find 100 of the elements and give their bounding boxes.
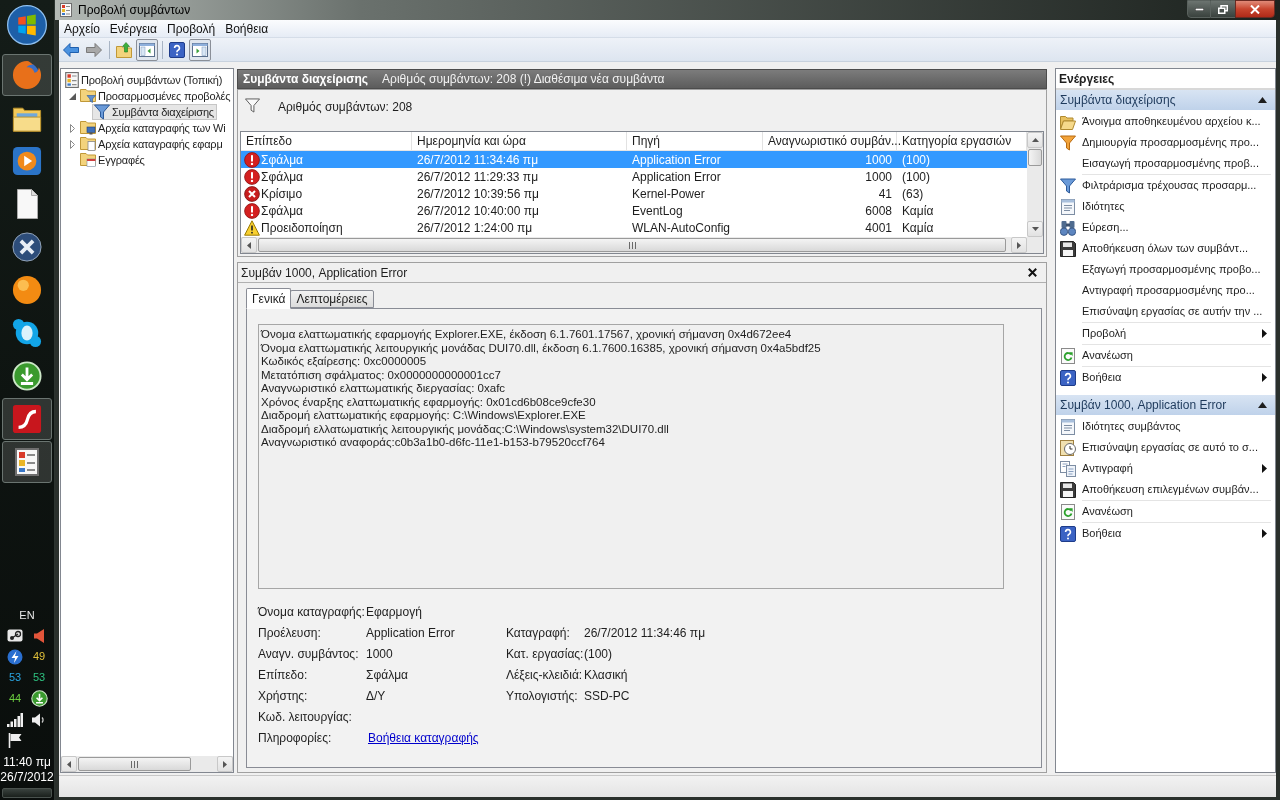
action-item[interactable]: Βοήθεια xyxy=(1056,523,1275,544)
table-cell-text: (100) xyxy=(901,169,931,186)
scroll-right-button[interactable] xyxy=(217,756,233,772)
close-pane-button[interactable] xyxy=(1028,268,1037,277)
tree-item[interactable]: Αρχεία καταγραφής εφαρμ xyxy=(78,136,226,152)
section-header[interactable]: Συμβάν 1000, Application Error xyxy=(1056,395,1275,415)
tray-reading[interactable]: 49 xyxy=(32,648,46,665)
close-icon xyxy=(1250,4,1260,14)
tab[interactable]: Γενικά xyxy=(246,288,292,309)
lightning-icon xyxy=(7,648,23,665)
event-log-icon xyxy=(60,3,72,17)
close-button[interactable] xyxy=(1235,0,1275,18)
column-header[interactable]: Επίπεδο xyxy=(241,132,412,150)
help-link[interactable]: Βοήθεια καταγραφής xyxy=(368,728,479,747)
scroll-left-button[interactable] xyxy=(241,237,257,253)
table-cell-text: 1000 xyxy=(864,169,893,186)
description-line: Αναγνωριστικό ελαττωματικής διεργασίας: 0xafc xyxy=(261,382,506,396)
action-item[interactable]: Εξαγωγή προσαρμοσμένης προβο... xyxy=(1056,259,1275,280)
table-cell-text: Καμία xyxy=(901,220,935,237)
column-header[interactable]: Ημερομηνία και ώρα xyxy=(412,132,627,150)
scroll-left-button[interactable] xyxy=(61,756,77,772)
menu-item[interactable]: Προβολή xyxy=(161,19,221,38)
clock-document-icon xyxy=(1060,439,1076,456)
table-cell-text: Προειδοποίηση xyxy=(261,220,343,237)
action-item[interactable]: Αποθήκευση επιλεγμένων συμβάν... xyxy=(1056,479,1275,500)
start-button[interactable] xyxy=(6,4,48,46)
tab[interactable]: Λεπτομέρειες xyxy=(290,290,374,308)
toolbar-button[interactable] xyxy=(136,38,158,61)
action-item[interactable]: Αντιγραφή προσαρμοσμένης προ... xyxy=(1056,280,1275,301)
tree-item[interactable]: Εγγραφές xyxy=(78,152,148,168)
action-item[interactable]: Φιλτράρισμα τρέχουσας προσαρμ... xyxy=(1056,175,1275,196)
scrollbar-thumb[interactable] xyxy=(1028,149,1042,166)
action-item[interactable]: Βοήθεια xyxy=(1056,367,1275,388)
column-header[interactable]: Πηγή xyxy=(627,132,763,150)
property-label: Λέξεις-κλειδιά: xyxy=(506,666,583,684)
globe-icon xyxy=(12,60,42,90)
properties-icon xyxy=(1060,198,1076,215)
action-item[interactable]: Δημιουργία προσαρμοσμένης προ... xyxy=(1056,132,1275,153)
action-item[interactable]: Επισύναψη εργασίας σε αυτήν την ... xyxy=(1056,301,1275,322)
collapse-arrow-icon xyxy=(1258,402,1267,408)
swoosh-icon xyxy=(12,404,42,434)
property-label: Κωδ. λειτουργίας: xyxy=(258,708,352,726)
ball-icon xyxy=(12,275,42,305)
table-row[interactable]: Σφάλμα 26/7/2012 10:40:00 πμ EventLog 6008 Καμία xyxy=(241,202,1027,219)
vertical-scrollbar[interactable] xyxy=(1027,132,1043,237)
help-icon xyxy=(169,41,185,58)
clock-date[interactable]: 26/7/2012 xyxy=(0,770,54,785)
table-row[interactable]: Κρίσιμο 26/7/2012 10:39:56 πμ Kernel-Power 41 (63) xyxy=(241,185,1027,202)
description-line: Διαδρομή ελλατωματικής λειτουργικής μονάδας:C:\Windows\system32\DUI70.dll xyxy=(261,422,669,436)
action-item[interactable]: Ιδιότητες συμβάντος xyxy=(1056,416,1275,437)
folder-filter-icon xyxy=(80,89,96,103)
action-item[interactable]: Εισαγωγή προσαρμοσμένης προβ... xyxy=(1056,153,1275,174)
cross-circle-icon xyxy=(12,232,42,262)
horizontal-scrollbar[interactable] xyxy=(61,756,233,772)
tree-item[interactable]: Συμβάντα διαχείρισης xyxy=(92,104,217,120)
horizontal-scrollbar[interactable] xyxy=(241,237,1027,253)
collapse-arrow-icon xyxy=(1258,97,1267,103)
menu-item[interactable]: Βοήθεια xyxy=(220,19,274,38)
table-row[interactable]: Προειδοποίηση 26/7/2012 1:24:00 πμ WLAN-AutoConfig 4001 Καμία xyxy=(241,219,1027,236)
taskbar-button[interactable] xyxy=(2,398,52,440)
action-item[interactable]: Εύρεση... xyxy=(1056,217,1275,238)
menu-item[interactable]: Αρχείο xyxy=(59,19,105,38)
warning-icon xyxy=(244,220,260,236)
scroll-down-button[interactable] xyxy=(1027,221,1043,237)
taskbar-button[interactable] xyxy=(2,441,52,483)
table-cell-text: 26/7/2012 11:29:33 πμ xyxy=(416,169,540,186)
description-line: Αναγνωριστικό αναφοράς:c0b3a1b0-d6fc-11e1-b153-b79520ccf764 xyxy=(261,436,605,450)
action-item[interactable]: Αποθήκευση όλων των συμβάντ... xyxy=(1056,238,1275,259)
tree-item[interactable]: Αρχεία καταγραφής των Wi xyxy=(78,120,229,136)
error-icon xyxy=(244,203,260,219)
action-item[interactable]: Άνοιγμα αποθηκευμένου αρχείου κ... xyxy=(1056,111,1275,132)
clock-time[interactable]: 11:40 πμ xyxy=(3,755,51,770)
scrollbar-thumb[interactable] xyxy=(78,757,191,771)
property-label: Πληροφορίες: xyxy=(258,729,332,747)
action-item[interactable]: Ανανέωση xyxy=(1056,501,1275,522)
description-line: Όνομα ελαττωματικής εφαρμογής Explorer.EXE, έκδοση 6.1.7601.17567, χρονική σήμανση 0x4d672ee4 xyxy=(261,328,792,342)
language-indicator[interactable]: EN xyxy=(19,605,35,625)
action-item[interactable]: Ιδιότητες xyxy=(1056,196,1275,217)
menu-item[interactable]: Ενέργεια xyxy=(104,19,162,38)
scrollbar-thumb[interactable] xyxy=(258,238,1006,252)
table-cell-text: Σφάλμα xyxy=(261,152,303,169)
tray-reading[interactable]: 44 xyxy=(8,690,22,707)
download-icon xyxy=(12,361,42,391)
table-row[interactable]: Σφάλμα 26/7/2012 11:29:33 πμ Application Error 1000 (100) xyxy=(241,168,1027,185)
toolbar-button[interactable] xyxy=(189,38,211,61)
action-item[interactable]: Επισύναψη εργασίας σε αυτό το σ... xyxy=(1056,437,1275,458)
tree-item[interactable]: Προσαρμοσμένες προβολές xyxy=(78,88,234,104)
action-item[interactable]: Ανανέωση xyxy=(1056,345,1275,366)
maximize-button[interactable] xyxy=(1211,0,1235,18)
table-cell-text: Application Error xyxy=(631,169,722,186)
tray-reading[interactable]: 53 xyxy=(8,669,22,686)
tray-reading[interactable]: 53 xyxy=(32,669,46,686)
tree-item[interactable]: Προβολή συμβάντων (Τοπική) xyxy=(63,72,226,88)
section-header[interactable]: Συμβάντα διαχείρισης xyxy=(1056,90,1275,110)
scroll-up-button[interactable] xyxy=(1027,132,1043,148)
view-title: Συμβάντα διαχείρισης xyxy=(243,71,369,88)
action-item[interactable]: Προβολή xyxy=(1056,323,1275,344)
action-item[interactable]: Αντιγραφή xyxy=(1056,458,1275,479)
folder-up-icon xyxy=(116,41,132,58)
scroll-right-button[interactable] xyxy=(1011,237,1027,253)
